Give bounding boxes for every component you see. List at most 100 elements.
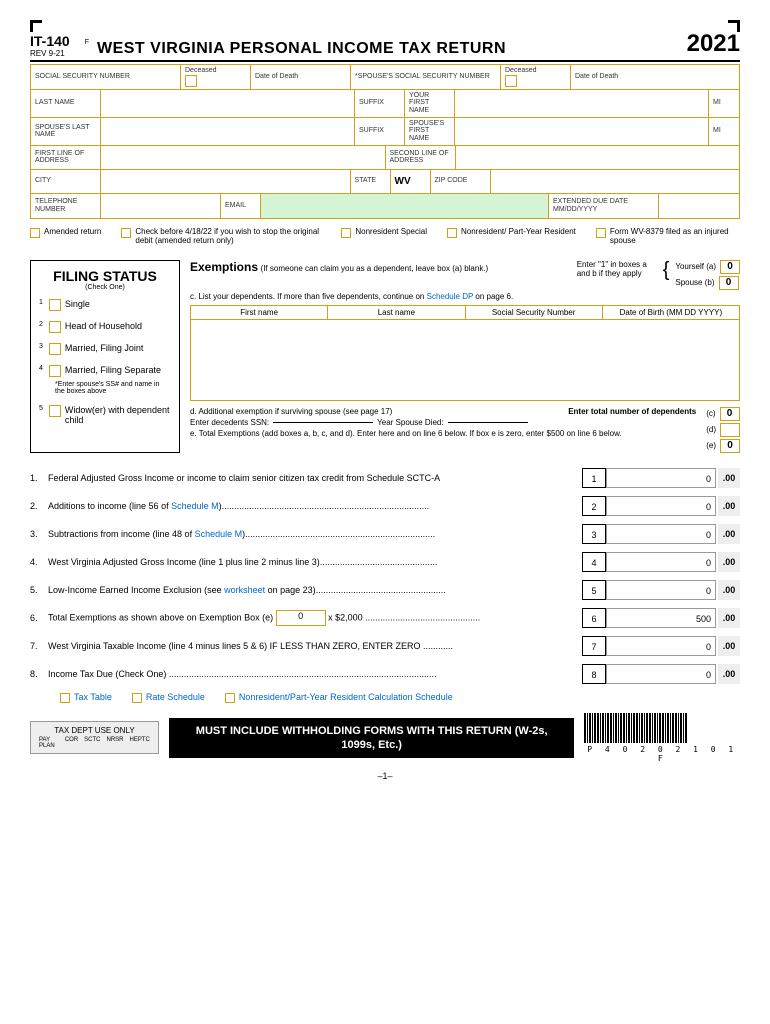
schedule-m-link[interactable]: Schedule M [171, 501, 219, 511]
stop-debit-label: Check before 4/18/22 if you wish to stop… [135, 227, 321, 245]
fs-mfj-checkbox[interactable] [49, 343, 61, 355]
line-2: 2. Additions to income (line 56 of Sched… [30, 496, 740, 516]
line-4-num: 4 [582, 552, 606, 572]
revision: REV 9-21 [30, 49, 70, 58]
dod-label: Date of Death [255, 73, 346, 81]
rate-sched-label: Rate Schedule [146, 692, 205, 702]
crop-mark-tr [728, 20, 740, 32]
nonres-part-checkbox[interactable] [447, 228, 457, 238]
spouse-suffix-label: SUFFIX [359, 127, 400, 135]
zip-input[interactable] [491, 170, 740, 193]
spouse-firstname-input[interactable] [455, 118, 709, 145]
addr1-label: FIRST LINE OF ADDRESS [35, 150, 96, 165]
line-5-num: 5 [582, 580, 606, 600]
enter-total-label: Enter total number of dependents [568, 407, 696, 416]
d-ssn-input[interactable] [273, 422, 373, 423]
d-text: d. Additional exemption if surviving spo… [190, 407, 392, 416]
marker: F [85, 39, 89, 46]
line-7-amount[interactable]: 0 [606, 636, 716, 656]
spouse-deceased-checkbox[interactable] [505, 75, 517, 87]
email-input[interactable] [261, 194, 549, 218]
return-type-checkboxes: Amended return Check before 4/18/22 if y… [30, 227, 740, 245]
filing-status-sub: (Check One) [39, 284, 171, 291]
cents: .00 [718, 468, 740, 488]
lastname-input[interactable] [101, 90, 355, 117]
addr2-label: SECOND LINE OF ADDRESS [390, 150, 451, 165]
taxpayer-info-grid: SOCIAL SECURITY NUMBER Deceased Date of … [30, 64, 740, 219]
tax-dept-box: TAX DEPT USE ONLY PAY PLAN COR SCTC NRSR… [30, 721, 159, 754]
rate-sched-checkbox[interactable] [132, 693, 142, 703]
barcode: P 4 0 2 0 2 1 0 1 F [584, 713, 740, 763]
d-year-label: Year Spouse Died: [377, 418, 443, 427]
line-8-num: 8 [582, 664, 606, 684]
dep-col-lastname: Last name [328, 306, 465, 319]
line-3-num: 3 [582, 524, 606, 544]
line-7: 7. West Virginia Taxable Income (line 4 … [30, 636, 740, 656]
box-d[interactable] [720, 423, 740, 437]
schedule-dp-link[interactable]: Schedule DP [427, 292, 474, 301]
exemptions-panel: Exemptions (If someone can claim you as … [190, 260, 740, 453]
spouse-lastname-input[interactable] [101, 118, 355, 145]
box-e[interactable]: 0 [720, 439, 740, 453]
d-year-input[interactable] [448, 422, 528, 423]
fs-mfs-checkbox[interactable] [49, 365, 61, 377]
fs-hoh-checkbox[interactable] [49, 321, 61, 333]
line-1-num: 1 [582, 468, 606, 488]
line-2-num: 2 [582, 496, 606, 516]
line-8: 8. Income Tax Due (Check One) ..........… [30, 664, 740, 684]
line-6-inline[interactable]: 0 [276, 610, 326, 626]
phone-label: TELEPHONE NUMBER [35, 198, 96, 213]
zip-label: ZIP CODE [435, 177, 486, 185]
form-title: WEST VIRGINIA PERSONAL INCOME TAX RETURN [97, 40, 687, 58]
fs-mfj-label: Married, Filing Joint [65, 343, 144, 353]
tax-year: 2021 [687, 30, 740, 58]
deceased-checkbox[interactable] [185, 75, 197, 87]
ssn-label: SOCIAL SECURITY NUMBER [35, 73, 176, 81]
nonres-calc-checkbox[interactable] [225, 693, 235, 703]
barcode-text: P 4 0 2 0 2 1 0 1 F [584, 745, 740, 763]
city-input[interactable] [101, 170, 351, 193]
line-4-amount[interactable]: 0 [606, 552, 716, 572]
line-5: 5. Low-Income Earned Income Exclusion (s… [30, 580, 740, 600]
addr2-input[interactable] [456, 146, 740, 169]
ext-due-label: EXTENDED DUE DATE MM/DD/YYYY [553, 198, 654, 213]
line-8-amount[interactable]: 0 [606, 664, 716, 684]
line-3-amount[interactable]: 0 [606, 524, 716, 544]
line-5-amount[interactable]: 0 [606, 580, 716, 600]
fs-single-checkbox[interactable] [49, 299, 61, 311]
line-6-amount[interactable]: 500 [606, 608, 716, 628]
dependents-rows[interactable] [191, 320, 739, 400]
line-2-amount[interactable]: 0 [606, 496, 716, 516]
box-b[interactable]: 0 [719, 276, 739, 290]
fs-hoh-label: Head of Household [65, 321, 142, 331]
list-deps-note: c. List your dependents. If more than fi… [190, 292, 424, 301]
email-label: EMAIL [225, 202, 256, 210]
phone-input[interactable] [101, 194, 221, 218]
line-1-amount[interactable]: 0 [606, 468, 716, 488]
line-6: 6. Total Exemptions as shown above on Ex… [30, 608, 740, 628]
spouse-lastname-label: SPOUSE'S LAST NAME [35, 124, 96, 139]
line-4: 4. West Virginia Adjusted Gross Income (… [30, 552, 740, 572]
firstname-input[interactable] [455, 90, 709, 117]
schedule-m-link-2[interactable]: Schedule M [195, 529, 243, 539]
amended-checkbox[interactable] [30, 228, 40, 238]
nonres-special-checkbox[interactable] [341, 228, 351, 238]
fs-widow-checkbox[interactable] [49, 405, 61, 417]
wv8379-checkbox[interactable] [596, 228, 606, 238]
line-1: 1. Federal Adjusted Gross Income or inco… [30, 468, 740, 488]
firstname-label: YOUR FIRST NAME [409, 92, 450, 115]
must-include-notice: MUST INCLUDE WITHHOLDING FORMS WITH THIS… [169, 718, 575, 759]
box-a[interactable]: 0 [720, 260, 740, 274]
brace-icon: { [663, 260, 670, 280]
line-6-num: 6 [582, 608, 606, 628]
box-c[interactable]: 0 [720, 407, 740, 421]
tax-table-checkbox[interactable] [60, 693, 70, 703]
stop-debit-checkbox[interactable] [121, 228, 131, 238]
ext-due-input[interactable] [659, 194, 739, 218]
state-label: STATE [355, 177, 386, 185]
worksheet-link[interactable]: worksheet [224, 585, 265, 595]
addr1-input[interactable] [101, 146, 386, 169]
yourself-label: Yourself (a) [675, 262, 716, 271]
e-text: e. Total Exemptions (add boxes a, b, c, … [190, 429, 622, 438]
spouse-ssn-label: *SPOUSE'S SOCIAL SECURITY NUMBER [355, 73, 496, 81]
